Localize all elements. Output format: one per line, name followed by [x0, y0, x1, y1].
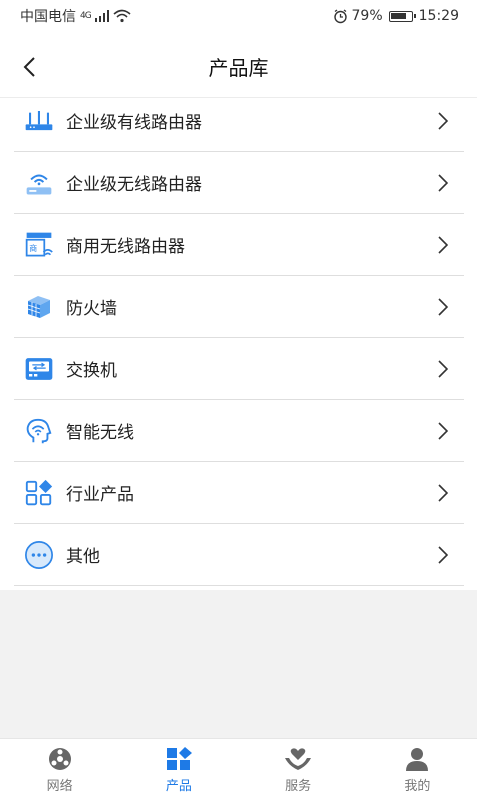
- chevron-right-icon: [438, 173, 448, 192]
- more-icon: [25, 540, 53, 569]
- list-item-wireless-router[interactable]: 企业级无线路由器: [14, 152, 464, 214]
- commercial-router-icon: 商: [25, 232, 53, 256]
- products-icon: [166, 747, 192, 770]
- item-label: 企业级有线路由器: [66, 113, 202, 133]
- tab-products[interactable]: 产品: [119, 739, 238, 797]
- item-label: 行业产品: [66, 485, 134, 505]
- item-label: 交换机: [66, 361, 117, 381]
- list-item-smart-wireless[interactable]: 智能无线: [14, 400, 464, 462]
- item-label: 智能无线: [66, 423, 134, 443]
- bottom-tab-bar: 网络 产品 服务 我的: [0, 738, 477, 797]
- carrier-name: 中国电信: [20, 9, 76, 25]
- wifi-icon: [113, 9, 131, 23]
- tab-profile[interactable]: 我的: [358, 739, 477, 797]
- clock: 15:29: [418, 8, 459, 24]
- battery-percent: 79%: [351, 8, 383, 24]
- item-label: 商用无线路由器: [66, 237, 185, 257]
- chevron-right-icon: [438, 421, 448, 440]
- wired-router-icon: [25, 110, 53, 130]
- tab-service[interactable]: 服务: [239, 739, 358, 797]
- tab-label: 产品: [165, 779, 192, 794]
- list-item-wired-router[interactable]: 企业级有线路由器: [14, 90, 464, 152]
- item-label: 防火墙: [66, 299, 117, 319]
- list-item-firewall[interactable]: 防火墙: [14, 276, 464, 338]
- alarm-icon: [333, 8, 347, 23]
- empty-area: [0, 590, 477, 738]
- page-title: 产品库: [208, 56, 269, 80]
- svg-text:商: 商: [29, 243, 37, 253]
- list-item-commercial-router[interactable]: 商 商用无线路由器: [14, 214, 464, 276]
- profile-icon: [406, 748, 429, 771]
- status-bar: 中国电信 4G 79% 15:29: [0, 0, 477, 32]
- list-item-industry-products[interactable]: 行业产品: [14, 462, 464, 524]
- service-icon: [285, 748, 312, 770]
- back-button[interactable]: [14, 50, 44, 84]
- signal-icon: [94, 10, 109, 22]
- chevron-right-icon: [438, 111, 448, 130]
- chevron-right-icon: [438, 545, 448, 564]
- switch-icon: [25, 357, 53, 380]
- tab-network[interactable]: 网络: [0, 739, 119, 797]
- network-icon: [48, 748, 71, 770]
- chevron-right-icon: [438, 235, 448, 254]
- firewall-icon: [27, 295, 50, 318]
- tab-label: 网络: [46, 779, 73, 794]
- item-label: 企业级无线路由器: [66, 175, 202, 195]
- chevron-right-icon: [438, 297, 448, 316]
- item-label: 其他: [66, 547, 100, 567]
- chevron-left-icon: [23, 57, 35, 77]
- network-type: 4G: [80, 11, 92, 21]
- top-bar: 产品库: [0, 36, 477, 98]
- chevron-right-icon: [438, 483, 448, 502]
- list-item-other[interactable]: 其他: [14, 524, 464, 586]
- tab-label: 我的: [404, 779, 431, 794]
- industry-products-icon: [25, 479, 53, 505]
- chevron-right-icon: [438, 359, 448, 378]
- list-item-switch[interactable]: 交换机: [14, 338, 464, 400]
- smart-wireless-icon: [26, 418, 52, 443]
- wireless-router-icon: [26, 174, 52, 194]
- tab-label: 服务: [285, 779, 312, 794]
- battery-icon: [388, 10, 416, 22]
